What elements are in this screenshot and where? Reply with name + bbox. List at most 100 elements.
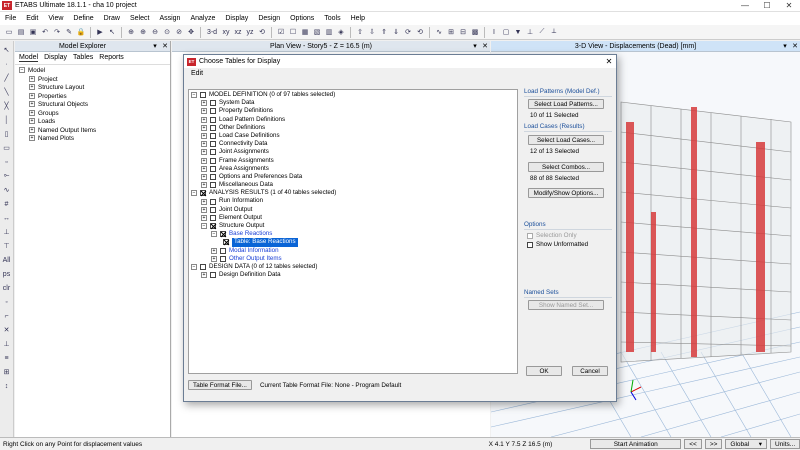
select-previous-icon[interactable]: ps [2, 269, 12, 279]
maximize-button[interactable]: ☐ [756, 1, 778, 10]
select-icon[interactable]: ☑ [276, 27, 286, 37]
zoom-in-icon[interactable]: ⊕ [138, 27, 148, 37]
snap-ends-icon[interactable]: ⌐ [2, 311, 12, 321]
story-down-icon[interactable]: ⇓ [391, 27, 401, 37]
zoom-fit-icon[interactable]: ⊙ [162, 27, 172, 37]
checkbox-checked[interactable] [220, 231, 226, 238]
expand-icon[interactable]: + [29, 92, 35, 99]
checkbox[interactable] [210, 198, 216, 205]
collapse-icon[interactable]: − [201, 223, 207, 230]
checkbox[interactable] [210, 214, 216, 221]
zoom-previous-icon[interactable]: ⊘ [174, 27, 184, 37]
dimension-icon[interactable]: ⟂ [549, 27, 559, 37]
view-plan-icon[interactable]: xy [221, 27, 231, 37]
close-icon[interactable]: ✕ [480, 42, 490, 50]
display-icon[interactable]: ▩ [470, 27, 480, 37]
rotate-icon[interactable]: ⟲ [257, 27, 267, 37]
draw-line-icon[interactable]: ╱ [2, 73, 12, 83]
view-elevation-icon[interactable]: xz [233, 27, 243, 37]
tree-item-named-plots[interactable]: + Named Plots [19, 135, 166, 144]
coordinate-system-select[interactable]: Global ▾ [725, 439, 767, 449]
tree-item[interactable]: + System Data [191, 99, 515, 107]
tree-model-definition[interactable]: − MODEL DEFINITION (0 of 97 tables select… [191, 91, 515, 99]
tree-item[interactable]: + Frame Assignments [191, 157, 515, 165]
menu-assign[interactable]: Assign [154, 15, 185, 22]
checkbox[interactable] [220, 247, 226, 254]
tree-item-modal-information[interactable]: + Modal Information [191, 247, 515, 255]
tree-item-model[interactable]: − Model [19, 67, 166, 76]
expand-icon[interactable]: + [201, 116, 207, 123]
cancel-button[interactable]: Cancel [572, 366, 608, 376]
tree-item[interactable]: + Options and Preferences Data [191, 173, 515, 181]
tree-item-project[interactable]: + Project [19, 76, 166, 85]
draw-column-icon[interactable]: │ [2, 115, 12, 125]
tree-item[interactable]: + Design Definition Data [191, 271, 515, 279]
close-button[interactable]: ✕ [778, 1, 800, 10]
menu-edit[interactable]: Edit [21, 15, 43, 22]
previous-button[interactable]: << [684, 439, 702, 449]
collapse-icon[interactable]: − [191, 264, 197, 271]
snap-points-icon[interactable]: ◦ [2, 297, 12, 307]
menu-help[interactable]: Help [346, 15, 370, 22]
draw-line-icon[interactable]: ⟋ [537, 27, 547, 37]
checkbox[interactable] [210, 206, 216, 213]
draw-link-icon[interactable]: ⟜ [2, 171, 12, 181]
snap-fine-grid-icon[interactable]: ⊞ [2, 367, 12, 377]
draw-frame-icon[interactable]: I [489, 27, 499, 37]
tree-item-base-reactions[interactable]: − Base Reactions [191, 230, 515, 238]
expand-icon[interactable]: + [201, 100, 207, 107]
expand-icon[interactable]: + [201, 141, 207, 148]
draw-floor-icon[interactable]: ▭ [2, 143, 12, 153]
checkbox[interactable] [200, 92, 206, 99]
draw-area-icon[interactable]: ▢ [501, 27, 511, 37]
checkbox[interactable] [200, 264, 206, 271]
minimize-button[interactable]: — [734, 1, 756, 10]
tree-item-named-output-items[interactable]: + Named Output Items [19, 127, 166, 136]
tab-display[interactable]: Display [44, 54, 67, 62]
expand-icon[interactable]: + [201, 272, 207, 279]
expand-icon[interactable]: + [201, 157, 207, 164]
refresh-icon[interactable]: ⟳ [403, 27, 413, 37]
show-named-set-button[interactable]: Show Named Set... [528, 300, 604, 310]
tree-item[interactable]: + Connectivity Data [191, 140, 515, 148]
draw-support-icon[interactable]: ▼ [513, 27, 523, 37]
draw-grid-icon[interactable]: # [2, 199, 12, 209]
pin-icon[interactable]: ▾ [470, 42, 480, 50]
tree-item[interactable]: + Property Definitions [191, 107, 515, 115]
select-combos-button[interactable]: Select Combos... [528, 162, 604, 172]
draw-opening-icon[interactable]: ▫ [2, 157, 12, 167]
expand-icon[interactable]: + [211, 255, 217, 262]
tab-tables[interactable]: Tables [73, 54, 93, 62]
checkbox[interactable] [210, 141, 216, 148]
dialog-close-icon[interactable]: ✕ [602, 57, 616, 66]
shrink-icon[interactable]: ▧ [312, 27, 322, 37]
clear-selection-icon[interactable]: clr [2, 283, 12, 293]
collapse-icon[interactable]: − [19, 67, 25, 74]
select-load-patterns-button[interactable]: Select Load Patterns... [528, 99, 604, 109]
undo-icon[interactable]: ↶ [40, 27, 50, 37]
snap-length-icon[interactable]: ↕ [2, 381, 12, 391]
expand-icon[interactable]: + [211, 247, 217, 254]
tree-item[interactable]: + Area Assignments [191, 165, 515, 173]
menu-analyze[interactable]: Analyze [185, 15, 220, 22]
ok-button[interactable]: OK [526, 366, 562, 376]
expand-icon[interactable]: + [201, 149, 207, 156]
object-shading-icon[interactable]: ◈ [336, 27, 346, 37]
draw-section-icon[interactable]: ⊥ [2, 227, 12, 237]
open-icon[interactable]: ▤ [16, 27, 26, 37]
checkbox[interactable] [220, 255, 226, 262]
view-3d-icon[interactable]: 3-d [205, 27, 219, 37]
checkbox[interactable] [210, 173, 216, 180]
snap-perpendicular-icon[interactable]: ⊥ [2, 339, 12, 349]
menu-tools[interactable]: Tools [319, 15, 345, 22]
new-model-icon[interactable]: ▭ [4, 27, 14, 37]
tree-item-properties[interactable]: + Properties [19, 93, 166, 102]
redo-icon[interactable]: ↷ [52, 27, 62, 37]
selection-only-checkbox[interactable]: Selection Only [527, 232, 577, 239]
start-animation-button[interactable]: Start Animation [590, 439, 682, 449]
checkbox[interactable] [210, 100, 216, 107]
menu-file[interactable]: File [0, 15, 21, 22]
draw-point-icon[interactable]: · [2, 59, 12, 69]
move-up-icon[interactable]: ⇧ [355, 27, 365, 37]
expand-icon[interactable]: + [29, 135, 35, 142]
